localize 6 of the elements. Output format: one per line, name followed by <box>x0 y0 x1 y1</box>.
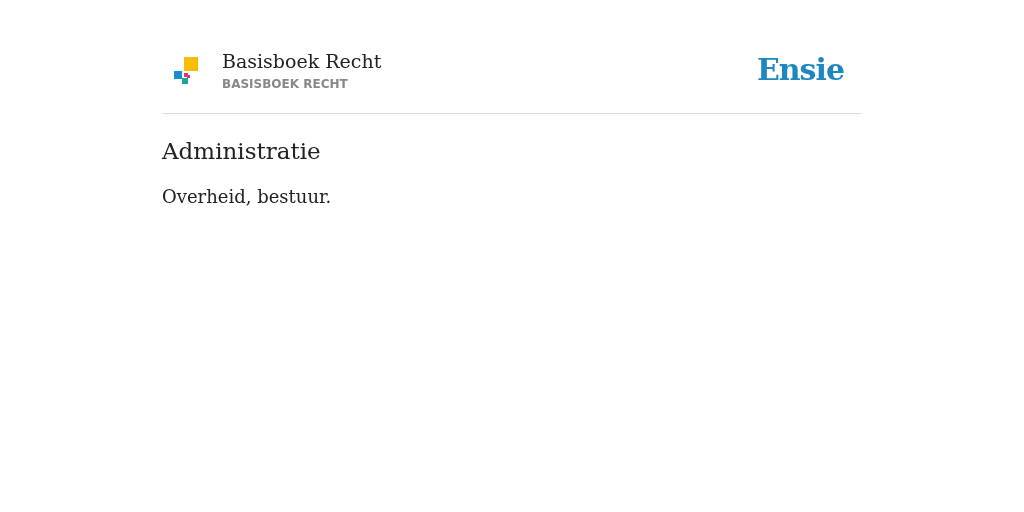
book-logo-icon <box>174 56 198 87</box>
entry-term: Administratie <box>162 138 322 164</box>
entry-definition: Overheid, bestuur. <box>162 186 333 207</box>
book-subtitle: BASISBOEK RECHT <box>222 77 349 91</box>
book-title[interactable]: Basisboek Recht <box>222 48 757 74</box>
site-logo[interactable]: Ensie <box>756 52 844 87</box>
